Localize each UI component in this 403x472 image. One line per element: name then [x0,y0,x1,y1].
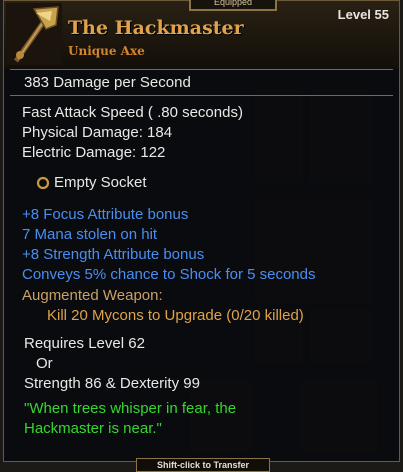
augment-task: Kill 20 Mycons to Upgrade (0/20 killed) [47,307,304,324]
equipped-tab: Equipped [189,0,277,11]
divider [10,69,393,70]
axe-icon [6,3,62,65]
bonus-mana-steal: 7 Mana stolen on hit [22,226,158,243]
bonus-shock: Conveys 5% chance to Shock for 5 seconds [22,266,316,283]
socket-ring-icon [36,176,50,190]
empty-socket: Empty Socket [54,174,147,191]
requirement-attributes: Strength 86 & Dexterity 99 [24,375,200,392]
flavor-text-line-1: "When trees whisper in fear, the [24,400,237,417]
requirement-or: Or [36,355,53,372]
requires-level: Requires Level 62 [24,335,145,352]
item-tooltip: The Hackmaster Unique Axe Level 55 Equip… [3,0,400,462]
tooltip-header: The Hackmaster Unique Axe Level 55 [4,1,399,69]
electric-damage: Electric Damage: 122 [22,144,166,161]
item-name: The Hackmaster [68,17,244,39]
augment-title: Augmented Weapon: [22,287,163,304]
item-type: Unique Axe [68,44,145,58]
bonus-strength: +8 Strength Attribute bonus [22,246,205,263]
divider [10,95,393,96]
bonus-focus: +8 Focus Attribute bonus [22,206,189,223]
attack-speed: Fast Attack Speed ( .80 seconds) [22,104,243,121]
damage-per-second: 383 Damage per Second [24,74,191,91]
shift-click-transfer-hint: Shift-click to Transfer [136,458,270,472]
flavor-text-line-2: Hackmaster is near." [24,420,162,437]
item-level: Level 55 [337,7,389,22]
physical-damage: Physical Damage: 184 [22,124,173,141]
